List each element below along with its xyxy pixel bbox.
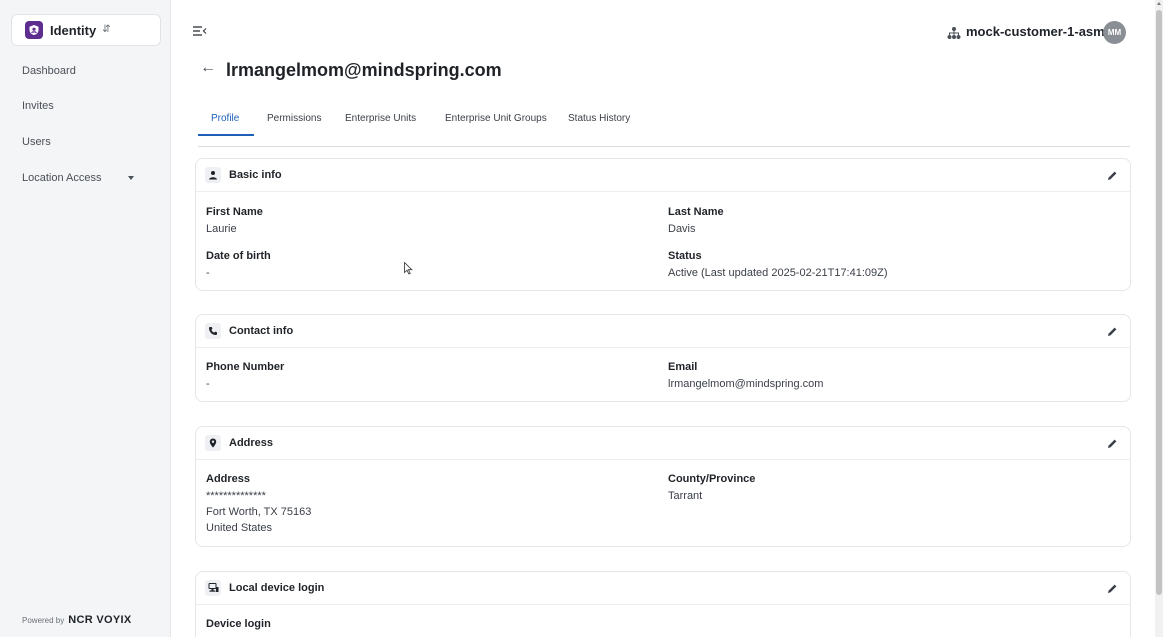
caret-down-icon bbox=[128, 176, 134, 180]
device-login-icon bbox=[205, 580, 221, 596]
address-card: Address Address ************** Fort Wort… bbox=[195, 426, 1131, 547]
phone-icon bbox=[205, 323, 221, 339]
active-tab-indicator bbox=[198, 134, 254, 136]
device-login-field: Device login bbox=[206, 618, 271, 633]
basic-info-card: Basic info First Name Laurie Last Name D… bbox=[195, 158, 1131, 291]
tab-enterprise-units[interactable]: Enterprise Units bbox=[345, 113, 416, 124]
tab-enterprise-unit-groups[interactable]: Enterprise Unit Groups bbox=[445, 113, 547, 124]
tab-bar: Profile Permissions Enterprise Units Ent… bbox=[198, 108, 1130, 147]
field-label: Device login bbox=[206, 618, 271, 630]
sidebar-item-invites[interactable]: Invites bbox=[22, 100, 54, 112]
address-line-2: Fort Worth, TX 75163 bbox=[206, 506, 312, 518]
address-line-3: United States bbox=[206, 522, 273, 534]
updown-chevron-icon: ⇵ bbox=[102, 24, 111, 35]
dob-field: Date of birth - bbox=[206, 250, 271, 281]
edit-pencil-icon[interactable] bbox=[1107, 583, 1118, 594]
field-value: Laurie bbox=[206, 223, 237, 235]
app-name: Identity bbox=[50, 22, 97, 38]
first-name-field: First Name Laurie bbox=[206, 206, 263, 237]
field-value: - bbox=[206, 267, 210, 279]
county-field: County/Province Tarrant bbox=[668, 473, 755, 504]
card-title: Address bbox=[229, 437, 274, 449]
card-header: Basic info bbox=[196, 159, 1130, 192]
field-label: Date of birth bbox=[206, 250, 271, 262]
app-switcher[interactable]: Identity ⇵ bbox=[11, 14, 161, 46]
arrow-left-icon[interactable]: ← bbox=[200, 60, 216, 76]
device-login-card: Local device login Device login bbox=[195, 571, 1131, 637]
field-label: Last Name bbox=[668, 206, 724, 218]
org-hierarchy-icon bbox=[947, 27, 961, 39]
sidebar-item-dashboard[interactable]: Dashboard bbox=[22, 65, 76, 77]
menu-collapse-icon[interactable] bbox=[193, 25, 207, 37]
status-field: Status Active (Last updated 2025-02-21T1… bbox=[668, 250, 888, 281]
tab-permissions[interactable]: Permissions bbox=[267, 113, 321, 124]
shield-user-icon bbox=[25, 21, 43, 39]
sidebar-item-label: Invites bbox=[22, 100, 54, 112]
field-label: Email bbox=[668, 361, 698, 373]
address-line-1: ************** bbox=[206, 490, 266, 502]
page-title: lrmangelmom@mindspring.com bbox=[226, 60, 502, 80]
field-label: County/Province bbox=[668, 473, 756, 485]
tab-profile[interactable]: Profile bbox=[211, 113, 239, 124]
edit-pencil-icon[interactable] bbox=[1107, 438, 1118, 449]
field-label: Address bbox=[206, 473, 251, 485]
field-label: First Name bbox=[206, 206, 263, 218]
card-header: Address bbox=[196, 427, 1130, 460]
phone-field: Phone Number - bbox=[206, 361, 284, 392]
sidebar-item-label: Location Access bbox=[22, 172, 102, 184]
powered-by-prefix: Powered by bbox=[22, 616, 65, 625]
person-icon bbox=[205, 167, 221, 183]
email-field: Email lrmangelmom@mindspring.com bbox=[668, 361, 823, 392]
field-value: - bbox=[206, 378, 210, 390]
last-name-field: Last Name Davis bbox=[668, 206, 724, 237]
avatar[interactable]: MM bbox=[1103, 21, 1126, 44]
brand-logo: NCR VOYIX bbox=[68, 614, 132, 626]
edit-pencil-icon[interactable] bbox=[1107, 170, 1118, 181]
field-value: lrmangelmom@mindspring.com bbox=[668, 378, 824, 390]
field-value: Davis bbox=[668, 223, 696, 235]
tab-status-history[interactable]: Status History bbox=[568, 113, 630, 124]
scroll-up-arrow-icon[interactable] bbox=[1157, 2, 1161, 5]
sidebar-item-label: Users bbox=[22, 136, 51, 148]
card-title: Contact info bbox=[229, 325, 294, 337]
edit-pencil-icon[interactable] bbox=[1107, 326, 1118, 337]
sidebar-item-location-access[interactable]: Location Access bbox=[22, 172, 134, 184]
sidebar: Identity ⇵ Dashboard Invites Users Locat… bbox=[0, 0, 171, 637]
card-header: Local device login bbox=[196, 572, 1130, 605]
contact-info-card: Contact info Phone Number - Email lrmang… bbox=[195, 314, 1131, 402]
sidebar-item-label: Dashboard bbox=[22, 65, 76, 77]
location-pin-icon bbox=[205, 435, 221, 451]
card-title: Local device login bbox=[229, 582, 325, 594]
mouse-cursor-icon bbox=[404, 262, 413, 275]
powered-by: Powered by NCR VOYIX bbox=[22, 614, 131, 626]
field-label: Status bbox=[668, 250, 702, 262]
card-header: Contact info bbox=[196, 315, 1130, 348]
address-field: Address ************** Fort Worth, TX 75… bbox=[206, 473, 311, 536]
org-name[interactable]: mock-customer-1-asm bbox=[966, 24, 1105, 39]
field-label: Phone Number bbox=[206, 361, 285, 373]
field-value: Active (Last updated 2025-02-21T17:41:09… bbox=[668, 267, 888, 279]
scrollbar-thumb[interactable] bbox=[1156, 10, 1162, 595]
card-title: Basic info bbox=[229, 169, 282, 181]
sidebar-item-users[interactable]: Users bbox=[22, 136, 51, 148]
field-value: Tarrant bbox=[668, 490, 703, 502]
page-scrollbar[interactable] bbox=[1155, 0, 1163, 637]
